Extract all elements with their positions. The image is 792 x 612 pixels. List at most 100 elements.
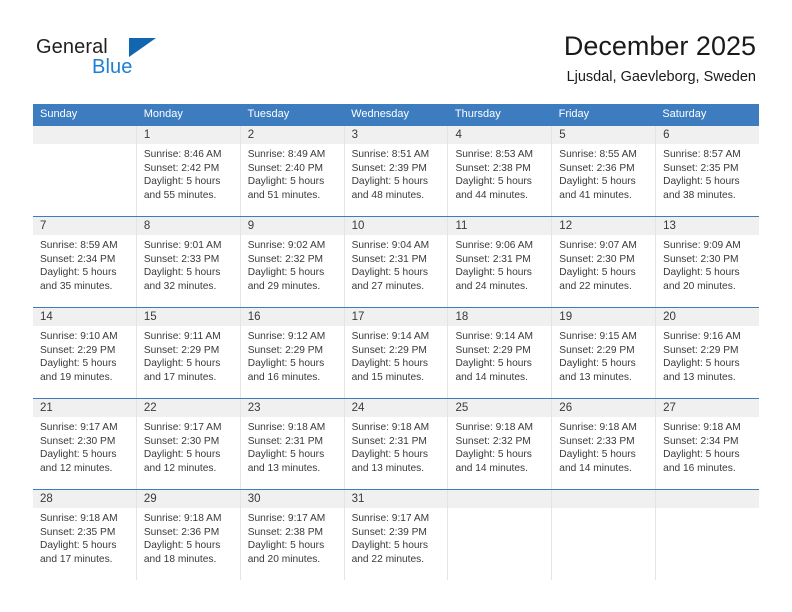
- sunset-text: Sunset: 2:30 PM: [559, 253, 635, 265]
- daylight-text-line2: and 48 minutes.: [351, 189, 425, 201]
- day-number[interactable]: 13: [655, 217, 759, 235]
- day-cell[interactable]: Sunrise: 9:11 AM Sunset: 2:29 PM Dayligh…: [135, 326, 240, 398]
- day-number[interactable]: 30: [239, 490, 344, 508]
- day-cell[interactable]: Sunrise: 9:09 AM Sunset: 2:30 PM Dayligh…: [655, 235, 759, 307]
- day-cell[interactable]: Sunrise: 9:17 AM Sunset: 2:38 PM Dayligh…: [239, 508, 344, 580]
- day-number[interactable]: 29: [135, 490, 240, 508]
- daylight-text-line2: and 13 minutes.: [247, 462, 321, 474]
- day-cell[interactable]: Sunrise: 9:18 AM Sunset: 2:35 PM Dayligh…: [33, 508, 136, 580]
- calendar-week: 1 2 3 4 5 6 Sunrise: 8:46 AM Sunset: 2:4…: [33, 125, 759, 216]
- sunrise-text: Sunrise: 9:17 AM: [351, 513, 430, 524]
- day-cell[interactable]: Sunrise: 9:18 AM Sunset: 2:33 PM Dayligh…: [551, 417, 655, 489]
- day-number[interactable]: 4: [447, 126, 551, 144]
- page-subtitle: Ljusdal, Gaevleborg, Sweden: [566, 69, 756, 85]
- day-cell[interactable]: Sunrise: 9:18 AM Sunset: 2:32 PM Dayligh…: [447, 417, 551, 489]
- day-cell[interactable]: Sunrise: 8:49 AM Sunset: 2:40 PM Dayligh…: [239, 144, 344, 216]
- title-block: December 2025 Ljusdal, Gaevleborg, Swede…: [564, 30, 756, 87]
- day-number[interactable]: 18: [447, 308, 551, 326]
- sunset-text: Sunset: 2:30 PM: [663, 253, 739, 265]
- daylight-text-line2: and 13 minutes.: [351, 462, 425, 474]
- day-cell[interactable]: Sunrise: 8:57 AM Sunset: 2:35 PM Dayligh…: [655, 144, 759, 216]
- day-number[interactable]: 28: [33, 490, 136, 508]
- day-cell[interactable]: Sunrise: 9:18 AM Sunset: 2:31 PM Dayligh…: [239, 417, 344, 489]
- day-number[interactable]: 1: [135, 126, 240, 144]
- day-cell[interactable]: Sunrise: 8:46 AM Sunset: 2:42 PM Dayligh…: [135, 144, 240, 216]
- day-number[interactable]: 21: [33, 399, 136, 417]
- sunset-text: Sunset: 2:29 PM: [455, 344, 531, 356]
- day-number[interactable]: 17: [343, 308, 448, 326]
- day-cell[interactable]: Sunrise: 9:02 AM Sunset: 2:32 PM Dayligh…: [239, 235, 344, 307]
- day-number[interactable]: 31: [343, 490, 448, 508]
- sunset-text: Sunset: 2:29 PM: [143, 344, 220, 356]
- day-cell[interactable]: Sunrise: 9:18 AM Sunset: 2:34 PM Dayligh…: [655, 417, 759, 489]
- day-number[interactable]: [655, 490, 759, 508]
- day-cell[interactable]: [33, 144, 136, 216]
- day-cell[interactable]: Sunrise: 8:53 AM Sunset: 2:38 PM Dayligh…: [447, 144, 551, 216]
- day-number[interactable]: 3: [343, 126, 448, 144]
- day-cell[interactable]: Sunrise: 9:12 AM Sunset: 2:29 PM Dayligh…: [239, 326, 344, 398]
- sunset-text: Sunset: 2:29 PM: [351, 344, 427, 356]
- day-cell[interactable]: Sunrise: 9:18 AM Sunset: 2:36 PM Dayligh…: [135, 508, 240, 580]
- daylight-text-line2: and 14 minutes.: [455, 462, 528, 474]
- day-cell[interactable]: Sunrise: 9:10 AM Sunset: 2:29 PM Dayligh…: [33, 326, 136, 398]
- day-cell[interactable]: Sunrise: 9:17 AM Sunset: 2:30 PM Dayligh…: [33, 417, 136, 489]
- sunset-text: Sunset: 2:29 PM: [247, 344, 324, 356]
- day-cell[interactable]: Sunrise: 9:01 AM Sunset: 2:33 PM Dayligh…: [135, 235, 240, 307]
- day-cell[interactable]: Sunrise: 9:16 AM Sunset: 2:29 PM Dayligh…: [655, 326, 759, 398]
- day-number[interactable]: 10: [343, 217, 448, 235]
- day-number[interactable]: 2: [239, 126, 344, 144]
- sunrise-text: Sunrise: 9:18 AM: [351, 422, 430, 433]
- day-cell[interactable]: [551, 508, 655, 580]
- day-number[interactable]: 27: [655, 399, 759, 417]
- day-cell[interactable]: [655, 508, 759, 580]
- sunrise-text: Sunrise: 9:18 AM: [559, 422, 637, 433]
- day-cell[interactable]: Sunrise: 9:07 AM Sunset: 2:30 PM Dayligh…: [551, 235, 655, 307]
- day-number[interactable]: [551, 490, 655, 508]
- daylight-text-line2: and 17 minutes.: [143, 371, 217, 383]
- logo-text-blue: Blue: [92, 56, 133, 78]
- day-number[interactable]: [447, 490, 551, 508]
- day-cell[interactable]: Sunrise: 9:06 AM Sunset: 2:31 PM Dayligh…: [447, 235, 551, 307]
- day-number[interactable]: 11: [447, 217, 551, 235]
- day-number[interactable]: 9: [239, 217, 344, 235]
- day-cell[interactable]: Sunrise: 8:59 AM Sunset: 2:34 PM Dayligh…: [33, 235, 136, 307]
- sunrise-text: Sunrise: 8:55 AM: [559, 149, 637, 160]
- daylight-text-line2: and 20 minutes.: [663, 280, 736, 292]
- day-number[interactable]: 8: [135, 217, 240, 235]
- day-cell[interactable]: Sunrise: 8:51 AM Sunset: 2:39 PM Dayligh…: [343, 144, 448, 216]
- day-cell[interactable]: Sunrise: 9:17 AM Sunset: 2:39 PM Dayligh…: [343, 508, 448, 580]
- day-number[interactable]: 22: [135, 399, 240, 417]
- sunset-text: Sunset: 2:33 PM: [143, 253, 220, 265]
- sunset-text: Sunset: 2:29 PM: [559, 344, 635, 356]
- day-number[interactable]: 19: [551, 308, 655, 326]
- daylight-text-line2: and 13 minutes.: [663, 371, 736, 383]
- day-number[interactable]: 20: [655, 308, 759, 326]
- day-cell[interactable]: Sunrise: 9:14 AM Sunset: 2:29 PM Dayligh…: [343, 326, 448, 398]
- day-number[interactable]: 6: [655, 126, 759, 144]
- generalblue-logo[interactable]: General Blue: [36, 36, 196, 88]
- day-number[interactable]: 26: [551, 399, 655, 417]
- day-number[interactable]: 5: [551, 126, 655, 144]
- day-cell[interactable]: Sunrise: 9:15 AM Sunset: 2:29 PM Dayligh…: [551, 326, 655, 398]
- day-number[interactable]: 16: [239, 308, 344, 326]
- day-number[interactable]: 14: [33, 308, 136, 326]
- day-number[interactable]: 25: [447, 399, 551, 417]
- day-cell[interactable]: Sunrise: 8:55 AM Sunset: 2:36 PM Dayligh…: [551, 144, 655, 216]
- day-number[interactable]: 15: [135, 308, 240, 326]
- day-cell[interactable]: [447, 508, 551, 580]
- day-cell[interactable]: Sunrise: 9:17 AM Sunset: 2:30 PM Dayligh…: [135, 417, 240, 489]
- sunrise-text: Sunrise: 8:46 AM: [143, 149, 222, 160]
- day-cell[interactable]: Sunrise: 9:04 AM Sunset: 2:31 PM Dayligh…: [343, 235, 448, 307]
- daylight-text-line1: Daylight: 5 hours: [247, 267, 325, 279]
- day-number[interactable]: 24: [343, 399, 448, 417]
- day-cell[interactable]: Sunrise: 9:18 AM Sunset: 2:31 PM Dayligh…: [343, 417, 448, 489]
- day-number[interactable]: 12: [551, 217, 655, 235]
- day-cell[interactable]: Sunrise: 9:14 AM Sunset: 2:29 PM Dayligh…: [447, 326, 551, 398]
- day-number[interactable]: 7: [33, 217, 136, 235]
- day-number[interactable]: 23: [239, 399, 344, 417]
- day-number[interactable]: [33, 126, 136, 144]
- calendar-week: 14 15 16 17 18 19 20 Sunrise: 9:10 AM Su…: [33, 307, 759, 398]
- sunset-text: Sunset: 2:42 PM: [143, 162, 220, 174]
- weekday-monday: Monday: [143, 108, 183, 120]
- daylight-text-line1: Daylight: 5 hours: [663, 449, 740, 461]
